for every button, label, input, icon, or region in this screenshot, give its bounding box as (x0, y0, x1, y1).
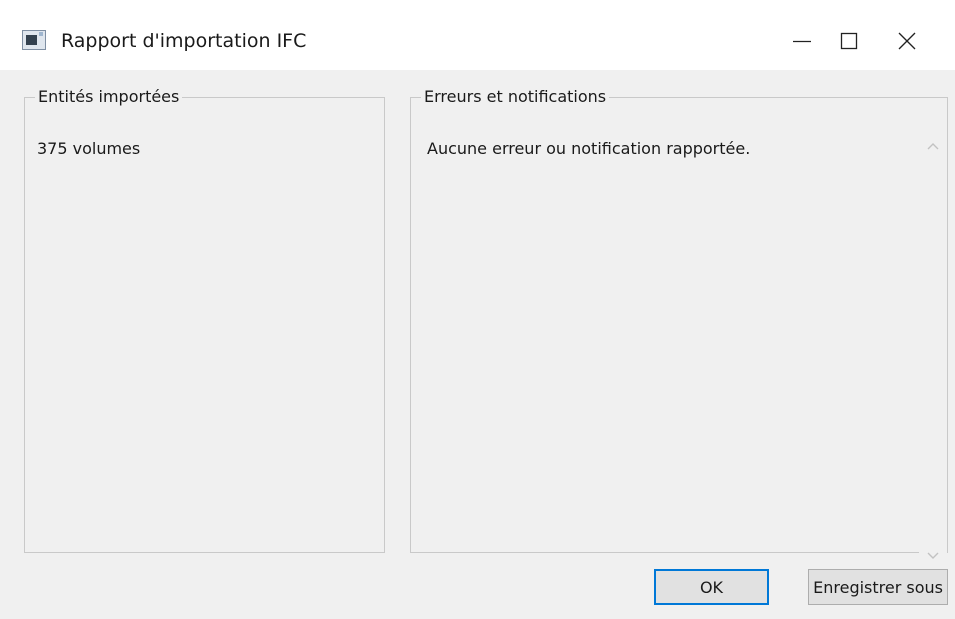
notifications-scrollbar[interactable] (919, 131, 947, 571)
maximize-button[interactable] (823, 16, 875, 66)
close-button[interactable] (881, 16, 933, 66)
minimize-icon (793, 40, 811, 43)
import-report-window: Rapport d'importation IFC Entités import… (0, 0, 955, 619)
save-as-label: Enregistrer sous (813, 577, 943, 597)
minimize-button[interactable] (776, 16, 828, 66)
maximize-icon (840, 32, 858, 50)
chevron-up-icon (927, 143, 939, 150)
save-as-button[interactable]: Enregistrer sous (808, 569, 948, 605)
scroll-down-button[interactable] (919, 543, 947, 569)
title-bar[interactable]: Rapport d'importation IFC (0, 0, 955, 70)
ok-button[interactable]: OK (654, 569, 769, 605)
imported-entities-group: Entités importées 375 volumes (24, 87, 385, 553)
errors-notifications-legend: Erreurs et notifications (424, 87, 607, 106)
notification-message: Aucune erreur ou notification rapportée. (427, 139, 751, 158)
chevron-down-icon (927, 552, 939, 559)
app-icon (22, 30, 46, 50)
imported-entities-legend: Entités importées (38, 87, 180, 106)
errors-notifications-group: Erreurs et notifications Aucune erreur o… (410, 87, 948, 571)
window-title: Rapport d'importation IFC (61, 30, 307, 52)
imported-entity-item: 375 volumes (37, 139, 141, 158)
scroll-up-button[interactable] (919, 133, 947, 159)
close-icon (898, 32, 916, 50)
